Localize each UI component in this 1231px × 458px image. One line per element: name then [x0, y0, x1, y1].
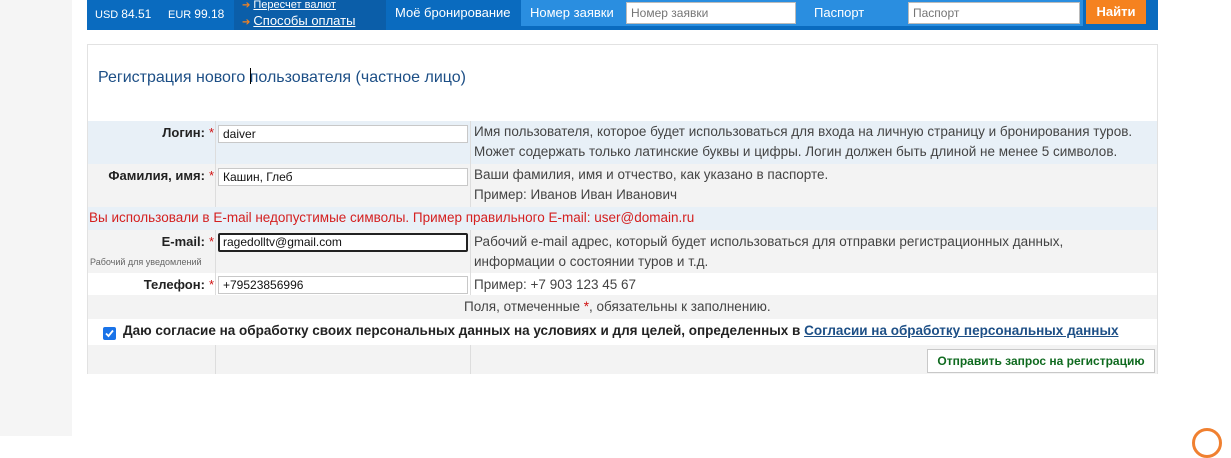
login-label: Логин: * [162, 125, 214, 140]
required-fields-note: Поля, отмеченные *, обязательны к заполн… [464, 299, 771, 314]
consent-text-label: Даю согласие на обработку своих персонал… [123, 323, 805, 338]
login-input[interactable]: daiver [218, 125, 468, 143]
consent-checkbox[interactable] [103, 327, 116, 340]
page-left-gutter [0, 0, 72, 436]
currency-usd: USD 84.51 [95, 0, 151, 30]
link-payment-methods-label: Способы оплаты [253, 13, 356, 28]
email-input[interactable]: ragedolltv@gmail.com [218, 233, 468, 252]
email-error-message: Вы использовали в E-mail недопустимые си… [89, 210, 695, 225]
email-sublabel: Рабочий для уведомлений [90, 257, 202, 267]
currency-usd-value: 84.51 [121, 7, 152, 21]
email-label-text: E-mail: [161, 234, 205, 249]
link-payment-methods[interactable]: ➔ Способы оплаты [242, 13, 355, 28]
top-links-block: ➔ Пересчет валют ➔ Способы оплаты [234, 0, 386, 30]
column-divider [215, 230, 216, 295]
consent-text: Даю согласие на обработку своих персонал… [123, 323, 1119, 338]
login-help-line1: Имя пользователя, которое будет использо… [474, 124, 1133, 139]
phone-help: Пример: +7 903 123 45 67 [474, 275, 636, 295]
email-help-line1: Рабочий e-mail адрес, который будет испо… [474, 234, 1064, 249]
column-divider [215, 121, 216, 207]
fullname-help-line2: Пример: Иванов Иван Иванович [474, 187, 678, 202]
email-label: E-mail: * [162, 234, 214, 249]
fullname-input[interactable]: Кашин, Глеб [218, 168, 468, 186]
login-label-text: Логин: [162, 125, 205, 140]
column-divider [470, 121, 471, 207]
arrow-right-icon: ➔ [242, 17, 251, 28]
column-divider [470, 345, 471, 374]
passport-input[interactable] [908, 2, 1080, 24]
currency-eur: EUR 99.18 [168, 0, 224, 30]
phone-label-text: Телефон: [143, 277, 205, 292]
link-currency-recalc[interactable]: ➔ Пересчет валют [242, 0, 336, 11]
required-note-after: , обязательны к заполнению. [589, 299, 771, 314]
required-marker: * [208, 277, 214, 292]
phone-label: Телефон: * [144, 277, 214, 292]
order-number-label: Номер заявки [530, 5, 614, 20]
email-help: Рабочий e-mail адрес, который будет испо… [474, 232, 1063, 272]
required-marker: * [208, 168, 214, 183]
top-bar: USD 84.51 EUR 99.18 ➔ Пересчет валют ➔ Спо… [87, 0, 1158, 30]
fullname-label-text: Фамилия, имя: [108, 168, 205, 183]
consent-link[interactable]: Согласии на обработку персональных данны… [804, 323, 1118, 338]
currency-usd-label: USD [95, 9, 119, 21]
login-help: Имя пользователя, которое будет использо… [474, 122, 1132, 162]
find-button[interactable]: Найти [1086, 0, 1146, 24]
currency-eur-value: 99.18 [194, 7, 225, 21]
passport-label: Паспорт [814, 5, 865, 20]
chat-widget-icon[interactable] [1192, 428, 1222, 458]
currency-eur-label: EUR [168, 9, 192, 21]
required-note-before: Поля, отмеченные [464, 299, 584, 314]
column-divider [215, 345, 216, 374]
submit-registration-button[interactable]: Отправить запрос на регистрацию [927, 349, 1155, 373]
arrow-right-icon: ➔ [242, 0, 251, 11]
text-cursor-icon [250, 68, 251, 84]
required-marker: * [208, 234, 214, 249]
phone-help-line1: Пример: +7 903 123 45 67 [474, 277, 637, 292]
column-divider [470, 230, 471, 295]
my-booking-label: Моё бронирование [395, 5, 511, 20]
login-help-line2: Может содержать только латинские буквы и… [474, 144, 1118, 159]
order-number-input[interactable] [626, 2, 796, 24]
email-help-line2: информации о состоянии туров и т.д. [474, 254, 709, 269]
page-title: Регистрация нового пользователя (частное… [98, 69, 466, 86]
phone-input[interactable]: +79523856996 [218, 276, 468, 294]
fullname-help-line1: Ваши фамилия, имя и отчество, как указан… [474, 167, 829, 182]
fullname-label: Фамилия, имя: * [108, 168, 214, 183]
link-currency-recalc-label: Пересчет валют [253, 0, 336, 11]
required-marker: * [208, 125, 214, 140]
fullname-help: Ваши фамилия, имя и отчество, как указан… [474, 165, 828, 205]
checkmark-icon [105, 329, 114, 338]
